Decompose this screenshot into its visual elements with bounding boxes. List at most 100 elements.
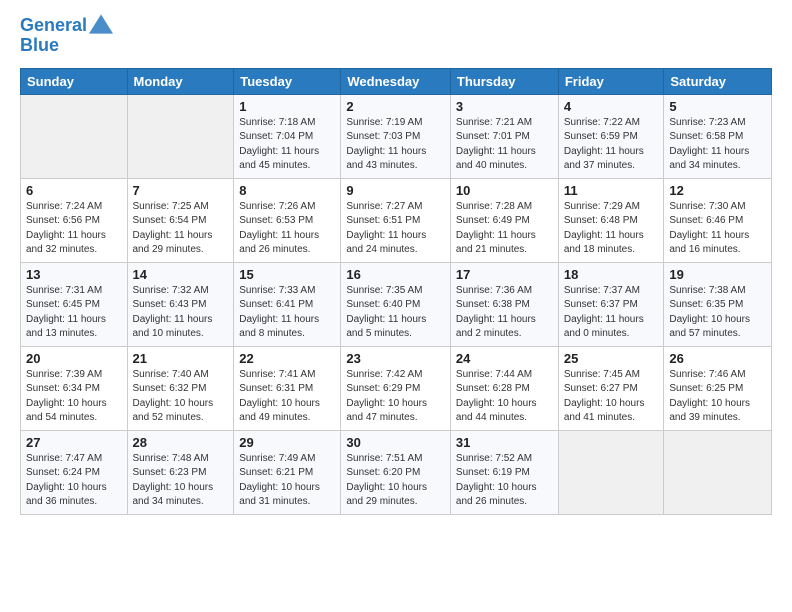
- calendar-cell: 22 Sunrise: 7:41 AM Sunset: 6:31 PM Dayli…: [234, 346, 341, 430]
- day-info: Sunrise: 7:40 AM Sunset: 6:32 PM Dayligh…: [133, 368, 229, 426]
- day-number: 1: [239, 99, 335, 114]
- day-info: Sunrise: 7:26 AM Sunset: 6:53 PM Dayligh…: [239, 200, 335, 258]
- calendar-cell: 14 Sunrise: 7:32 AM Sunset: 6:43 PM Dayli…: [127, 262, 234, 346]
- calendar-week-5: 27 Sunrise: 7:47 AM Sunset: 6:24 PM Dayli…: [21, 430, 772, 514]
- logo-icon: [89, 14, 113, 34]
- calendar-cell: 12Sunrise: 7:30 AM Sunset: 6:46 PM Dayli…: [664, 178, 772, 262]
- day-number: 4: [564, 99, 659, 114]
- day-number: 22: [239, 351, 335, 366]
- calendar-week-4: 20Sunrise: 7:39 AM Sunset: 6:34 PM Dayli…: [21, 346, 772, 430]
- day-number: 27: [26, 435, 122, 450]
- day-info: Sunrise: 7:44 AM Sunset: 6:28 PM Dayligh…: [456, 368, 553, 426]
- day-number: 5: [669, 99, 766, 114]
- calendar-cell: 16 Sunrise: 7:35 AM Sunset: 6:40 PM Dayli…: [341, 262, 451, 346]
- day-number: 29: [239, 435, 335, 450]
- calendar-cell: 25 Sunrise: 7:45 AM Sunset: 6:27 PM Dayli…: [558, 346, 664, 430]
- day-info: Sunrise: 7:42 AM Sunset: 6:29 PM Dayligh…: [346, 368, 445, 426]
- day-info: Sunrise: 7:27 AM Sunset: 6:51 PM Dayligh…: [346, 200, 445, 258]
- day-number: 6: [26, 183, 122, 198]
- day-number: 9: [346, 183, 445, 198]
- calendar-cell: 13Sunrise: 7:31 AM Sunset: 6:45 PM Dayli…: [21, 262, 128, 346]
- logo-blue: Blue: [20, 36, 113, 56]
- calendar-cell: 29 Sunrise: 7:49 AM Sunset: 6:21 PM Dayli…: [234, 430, 341, 514]
- calendar-cell: 10 Sunrise: 7:28 AM Sunset: 6:49 PM Dayli…: [450, 178, 558, 262]
- calendar-header-row: SundayMondayTuesdayWednesdayThursdayFrid…: [21, 68, 772, 94]
- calendar-week-1: 1 Sunrise: 7:18 AM Sunset: 7:04 PM Daylig…: [21, 94, 772, 178]
- day-info: Sunrise: 7:29 AM Sunset: 6:48 PM Dayligh…: [564, 200, 659, 258]
- weekday-header-monday: Monday: [127, 68, 234, 94]
- day-number: 21: [133, 351, 229, 366]
- day-number: 8: [239, 183, 335, 198]
- day-number: 16: [346, 267, 445, 282]
- calendar-cell: 30 Sunrise: 7:51 AM Sunset: 6:20 PM Dayli…: [341, 430, 451, 514]
- day-info: Sunrise: 7:51 AM Sunset: 6:20 PM Dayligh…: [346, 452, 445, 510]
- calendar-cell: [127, 94, 234, 178]
- day-number: 18: [564, 267, 659, 282]
- calendar: SundayMondayTuesdayWednesdayThursdayFrid…: [20, 68, 772, 515]
- calendar-cell: 31Sunrise: 7:52 AM Sunset: 6:19 PM Dayli…: [450, 430, 558, 514]
- day-number: 3: [456, 99, 553, 114]
- calendar-cell: 15 Sunrise: 7:33 AM Sunset: 6:41 PM Dayli…: [234, 262, 341, 346]
- day-info: Sunrise: 7:39 AM Sunset: 6:34 PM Dayligh…: [26, 368, 122, 426]
- day-info: Sunrise: 7:48 AM Sunset: 6:23 PM Dayligh…: [133, 452, 229, 510]
- calendar-cell: 5 Sunrise: 7:23 AM Sunset: 6:58 PM Daylig…: [664, 94, 772, 178]
- page: General Blue SundayMondayTuesdayWednesda…: [0, 0, 792, 612]
- day-info: Sunrise: 7:28 AM Sunset: 6:49 PM Dayligh…: [456, 200, 553, 258]
- calendar-cell: 28 Sunrise: 7:48 AM Sunset: 6:23 PM Dayli…: [127, 430, 234, 514]
- weekday-header-friday: Friday: [558, 68, 664, 94]
- calendar-cell: 24 Sunrise: 7:44 AM Sunset: 6:28 PM Dayli…: [450, 346, 558, 430]
- weekday-header-tuesday: Tuesday: [234, 68, 341, 94]
- day-info: Sunrise: 7:32 AM Sunset: 6:43 PM Dayligh…: [133, 284, 229, 342]
- calendar-cell: 2 Sunrise: 7:19 AM Sunset: 7:03 PM Daylig…: [341, 94, 451, 178]
- calendar-week-2: 6 Sunrise: 7:24 AM Sunset: 6:56 PM Daylig…: [21, 178, 772, 262]
- day-info: Sunrise: 7:47 AM Sunset: 6:24 PM Dayligh…: [26, 452, 122, 510]
- day-info: Sunrise: 7:36 AM Sunset: 6:38 PM Dayligh…: [456, 284, 553, 342]
- calendar-cell: 7 Sunrise: 7:25 AM Sunset: 6:54 PM Daylig…: [127, 178, 234, 262]
- day-number: 28: [133, 435, 229, 450]
- day-info: Sunrise: 7:33 AM Sunset: 6:41 PM Dayligh…: [239, 284, 335, 342]
- calendar-cell: 20Sunrise: 7:39 AM Sunset: 6:34 PM Dayli…: [21, 346, 128, 430]
- weekday-header-wednesday: Wednesday: [341, 68, 451, 94]
- day-info: Sunrise: 7:46 AM Sunset: 6:25 PM Dayligh…: [669, 368, 766, 426]
- day-info: Sunrise: 7:41 AM Sunset: 6:31 PM Dayligh…: [239, 368, 335, 426]
- day-info: Sunrise: 7:45 AM Sunset: 6:27 PM Dayligh…: [564, 368, 659, 426]
- logo-general: General: [20, 15, 87, 35]
- calendar-cell: [21, 94, 128, 178]
- day-number: 2: [346, 99, 445, 114]
- day-number: 11: [564, 183, 659, 198]
- calendar-cell: 1 Sunrise: 7:18 AM Sunset: 7:04 PM Daylig…: [234, 94, 341, 178]
- day-info: Sunrise: 7:19 AM Sunset: 7:03 PM Dayligh…: [346, 116, 445, 174]
- day-number: 24: [456, 351, 553, 366]
- day-info: Sunrise: 7:37 AM Sunset: 6:37 PM Dayligh…: [564, 284, 659, 342]
- day-info: Sunrise: 7:18 AM Sunset: 7:04 PM Dayligh…: [239, 116, 335, 174]
- calendar-cell: 19 Sunrise: 7:38 AM Sunset: 6:35 PM Dayli…: [664, 262, 772, 346]
- day-info: Sunrise: 7:24 AM Sunset: 6:56 PM Dayligh…: [26, 200, 122, 258]
- calendar-cell: [558, 430, 664, 514]
- calendar-cell: 8 Sunrise: 7:26 AM Sunset: 6:53 PM Daylig…: [234, 178, 341, 262]
- logo-text: General: [20, 16, 87, 36]
- calendar-cell: 3 Sunrise: 7:21 AM Sunset: 7:01 PM Daylig…: [450, 94, 558, 178]
- day-number: 14: [133, 267, 229, 282]
- day-number: 7: [133, 183, 229, 198]
- weekday-header-saturday: Saturday: [664, 68, 772, 94]
- header: General Blue: [20, 16, 772, 56]
- calendar-cell: [664, 430, 772, 514]
- day-number: 15: [239, 267, 335, 282]
- day-info: Sunrise: 7:23 AM Sunset: 6:58 PM Dayligh…: [669, 116, 766, 174]
- day-number: 10: [456, 183, 553, 198]
- weekday-header-thursday: Thursday: [450, 68, 558, 94]
- day-number: 25: [564, 351, 659, 366]
- day-info: Sunrise: 7:49 AM Sunset: 6:21 PM Dayligh…: [239, 452, 335, 510]
- day-number: 19: [669, 267, 766, 282]
- calendar-cell: 11 Sunrise: 7:29 AM Sunset: 6:48 PM Dayli…: [558, 178, 664, 262]
- calendar-cell: 4Sunrise: 7:22 AM Sunset: 6:59 PM Daylig…: [558, 94, 664, 178]
- day-number: 31: [456, 435, 553, 450]
- day-info: Sunrise: 7:25 AM Sunset: 6:54 PM Dayligh…: [133, 200, 229, 258]
- day-info: Sunrise: 7:35 AM Sunset: 6:40 PM Dayligh…: [346, 284, 445, 342]
- calendar-cell: 23Sunrise: 7:42 AM Sunset: 6:29 PM Dayli…: [341, 346, 451, 430]
- day-info: Sunrise: 7:21 AM Sunset: 7:01 PM Dayligh…: [456, 116, 553, 174]
- calendar-cell: 9 Sunrise: 7:27 AM Sunset: 6:51 PM Daylig…: [341, 178, 451, 262]
- calendar-cell: 17Sunrise: 7:36 AM Sunset: 6:38 PM Dayli…: [450, 262, 558, 346]
- day-info: Sunrise: 7:38 AM Sunset: 6:35 PM Dayligh…: [669, 284, 766, 342]
- day-number: 30: [346, 435, 445, 450]
